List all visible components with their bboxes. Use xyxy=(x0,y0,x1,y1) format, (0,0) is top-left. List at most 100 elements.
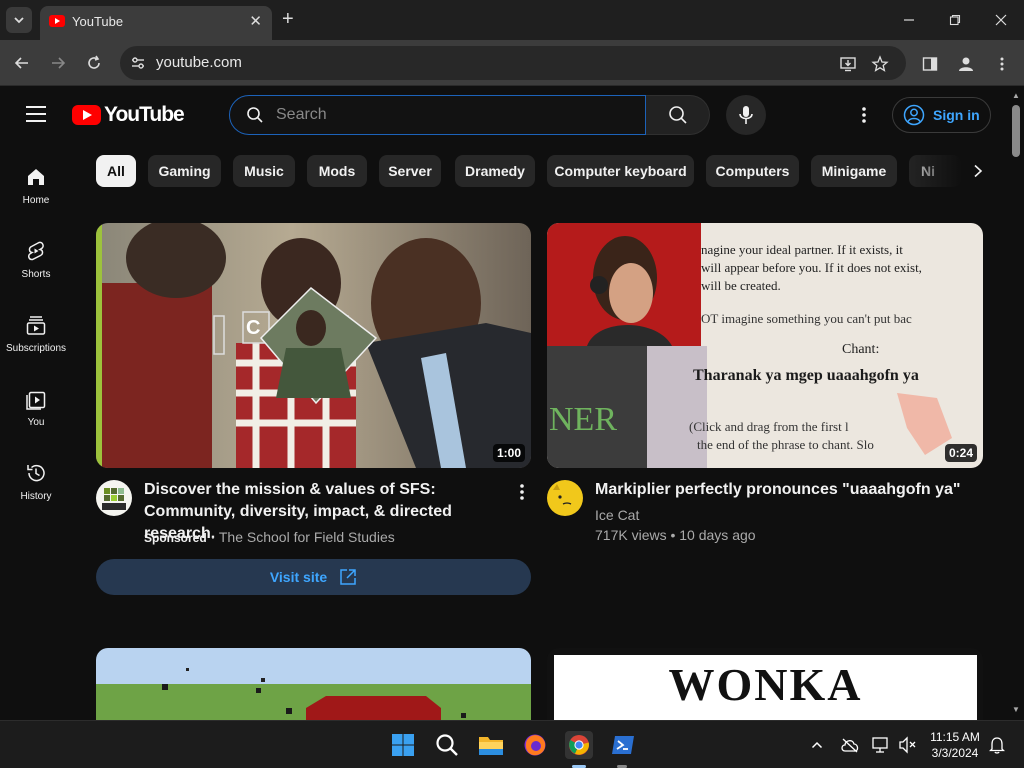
thumbnail-title-text: WONKA xyxy=(668,659,863,710)
meta-separator: · xyxy=(210,529,219,545)
notifications-bell-icon[interactable] xyxy=(986,731,1008,759)
volume-muted-icon[interactable] xyxy=(896,731,920,759)
sidebar-item-label: History xyxy=(20,491,52,502)
channel-avatar[interactable] xyxy=(96,480,132,516)
video-thumbnail[interactable]: nagine your ideal partner. If it exists,… xyxy=(547,223,983,468)
account-circle-icon xyxy=(903,104,925,126)
browser-menu-icon[interactable] xyxy=(992,54,1012,74)
reload-icon[interactable] xyxy=(83,52,105,74)
sign-in-label: Sign in xyxy=(933,107,980,123)
taskbar-clock[interactable]: 11:15 AM 3/3/2024 xyxy=(926,729,984,761)
chip-all[interactable]: All xyxy=(96,155,136,187)
sidebar-item-shorts[interactable]: Shorts xyxy=(0,217,72,291)
file-explorer-icon[interactable] xyxy=(477,731,505,759)
firefox-icon[interactable] xyxy=(521,731,549,759)
scroll-down-arrow-icon[interactable]: ▼ xyxy=(1012,705,1020,714)
youtube-header: YouTube Sign in xyxy=(0,87,1008,143)
cloud-offline-icon[interactable] xyxy=(838,731,862,759)
tab-search-button[interactable] xyxy=(6,7,32,33)
forward-arrow-icon[interactable] xyxy=(47,52,69,74)
thumbnail-image xyxy=(96,648,531,720)
chrome-icon[interactable] xyxy=(565,731,593,759)
chip-music[interactable]: Music xyxy=(233,155,295,187)
channel-avatar[interactable] xyxy=(547,480,583,516)
sidebar-item-label: Subscriptions xyxy=(5,343,67,354)
microphone-icon xyxy=(739,106,753,124)
thumbnail-line: OT imagine something you can't put bac xyxy=(701,311,912,326)
chip-server[interactable]: Server xyxy=(379,155,441,187)
scroll-thumb[interactable] xyxy=(1012,105,1020,157)
thumbnail-line: will appear before you. If it does not e… xyxy=(701,260,922,275)
thumbnail-image xyxy=(96,223,531,468)
advertiser-name: The School for Field Studies xyxy=(218,529,395,545)
tab-title: YouTube xyxy=(72,14,124,29)
install-app-icon[interactable] xyxy=(838,54,858,74)
sidebar: Home Shorts Subscriptions You History xyxy=(0,143,72,720)
taskbar-search-icon[interactable] xyxy=(433,731,461,759)
sidebar-item-subscriptions[interactable]: Subscriptions xyxy=(0,291,72,365)
sponsored-label: Sponsored xyxy=(144,531,207,545)
profile-icon[interactable] xyxy=(956,54,976,74)
side-panel-icon[interactable] xyxy=(920,54,940,74)
voice-search-button[interactable] xyxy=(726,95,766,135)
sidebar-item-home[interactable]: Home xyxy=(0,143,72,217)
hamburger-menu-icon[interactable] xyxy=(26,106,46,122)
chevron-right-icon[interactable] xyxy=(962,155,994,187)
subscriptions-icon xyxy=(24,313,48,337)
window-close-icon[interactable] xyxy=(989,8,1013,32)
sidebar-item-label: Home xyxy=(22,195,50,206)
open-external-icon xyxy=(340,569,356,585)
home-icon xyxy=(24,165,48,189)
chip-computers[interactable]: Computers xyxy=(706,155,799,187)
back-arrow-icon[interactable] xyxy=(11,52,33,74)
page-scrollbar[interactable]: ▲ ▼ xyxy=(1008,87,1024,720)
visit-site-button[interactable]: Visit site xyxy=(96,559,531,595)
more-actions-icon[interactable] xyxy=(514,482,530,502)
video-title[interactable]: Markiplier perfectly pronounces "uaaahgo… xyxy=(595,479,975,501)
chip-fade-overlay xyxy=(900,155,962,187)
sidebar-item-history[interactable]: History xyxy=(0,439,72,513)
settings-menu-icon[interactable] xyxy=(852,103,876,127)
thumbnail-line: will be created. xyxy=(701,278,781,293)
tab-close-icon[interactable]: ✕ xyxy=(249,12,262,30)
chip-gaming[interactable]: Gaming xyxy=(148,155,221,187)
scroll-up-arrow-icon[interactable]: ▲ xyxy=(1012,91,1020,100)
minimize-icon[interactable] xyxy=(897,8,921,32)
chip-computer-keyboard[interactable]: Computer keyboard xyxy=(547,155,694,187)
windows-start-icon[interactable] xyxy=(389,731,417,759)
sidebar-item-you[interactable]: You xyxy=(0,365,72,439)
video-thumbnail[interactable]: WONKA xyxy=(547,648,983,720)
search-box[interactable] xyxy=(229,95,646,135)
clock-date: 3/3/2024 xyxy=(931,746,979,760)
duration-badge: 1:00 xyxy=(492,444,525,462)
restore-icon[interactable] xyxy=(943,8,967,32)
browser-tab-youtube[interactable]: YouTube ✕ xyxy=(40,6,272,40)
tray-overflow-chevron-icon[interactable] xyxy=(806,731,828,759)
video-thumbnail[interactable]: C 1:00 xyxy=(96,223,531,468)
search-input[interactable] xyxy=(276,103,626,127)
visit-site-label: Visit site xyxy=(269,569,328,585)
shorts-icon xyxy=(24,239,48,263)
chip-minigame[interactable]: Minigame xyxy=(811,155,897,187)
chevron-down-icon xyxy=(14,17,24,24)
powershell-icon[interactable] xyxy=(609,731,637,759)
duration-badge: 0:24 xyxy=(944,444,977,462)
site-info-icon[interactable] xyxy=(130,55,146,71)
browser-tab-bar: YouTube ✕ + xyxy=(0,0,1024,40)
thumbnail-line: nagine your ideal partner. If it exists,… xyxy=(701,242,903,257)
new-tab-button[interactable]: + xyxy=(282,8,294,31)
bookmark-star-icon[interactable] xyxy=(870,54,890,74)
address-bar[interactable]: youtube.com xyxy=(120,46,906,80)
network-icon[interactable] xyxy=(869,731,893,759)
youtube-play-icon xyxy=(72,105,101,125)
sign-in-button[interactable]: Sign in xyxy=(892,97,991,133)
logo-text: YouTube xyxy=(104,103,185,126)
channel-name[interactable]: Ice Cat xyxy=(595,507,639,523)
chip-dramedy[interactable]: Dramedy xyxy=(455,155,535,187)
url-text: youtube.com xyxy=(156,54,242,71)
video-thumbnail[interactable] xyxy=(96,648,531,720)
thumbnail-line: (Click and drag from the first l xyxy=(689,419,849,434)
search-button[interactable] xyxy=(646,95,710,135)
thumbnail-chant-line: Tharanak ya mgep uaaahgofn ya xyxy=(693,367,919,384)
chip-mods[interactable]: Mods xyxy=(307,155,367,187)
